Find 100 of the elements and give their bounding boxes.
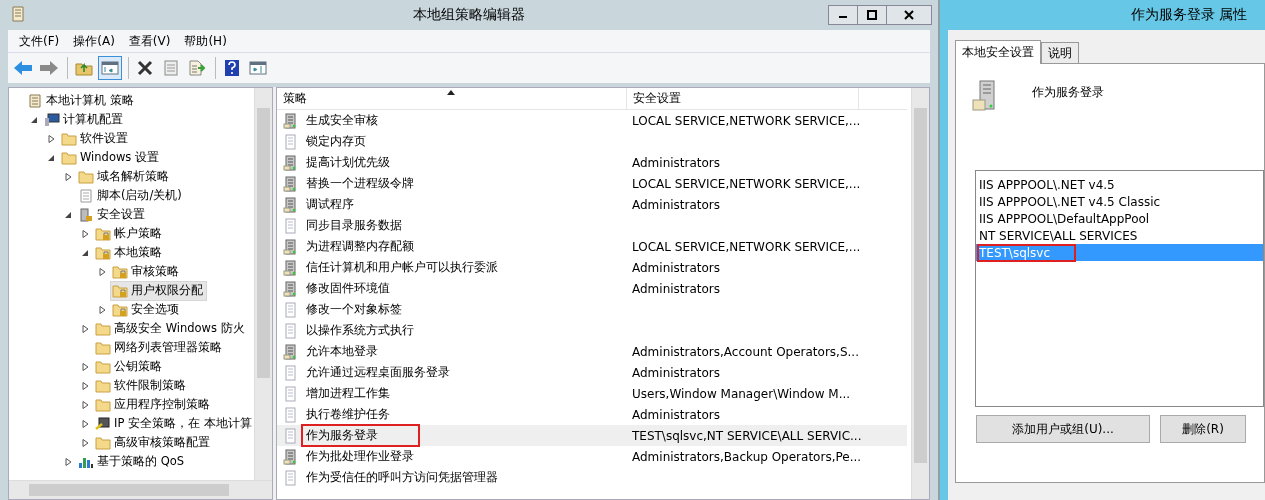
page-icon [283,301,299,318]
security-setting: Users,Window Manager\Window M... [631,385,852,403]
tree-item[interactable]: 域名解析策略 [76,166,173,187]
expand-arrow-icon[interactable] [64,457,72,466]
policy-row[interactable]: 作为批处理作业登录 Administrators,Backup Operators,Pe... [277,446,907,467]
menu-item[interactable]: 帮助(H) [179,32,232,50]
close-button[interactable] [886,5,932,25]
policy-row[interactable]: 信任计算机和用户帐户可以执行委派 Administrators [277,257,907,278]
policy-row[interactable]: 锁定内存页 [277,131,907,152]
menu-item[interactable]: 查看(V) [123,32,176,50]
policy-row[interactable]: 允许通过远程桌面服务登录 Administrators [277,362,907,383]
tree-item[interactable]: 计算机配置 [42,109,127,130]
server-icon [283,238,299,255]
vertical-scrollbar[interactable] [254,88,272,481]
dialog-button[interactable]: 添加用户或组(U)... [976,415,1150,443]
tree-item[interactable]: 本地计算机 策略 [25,90,138,111]
server-icon [283,448,299,465]
collapse-arrow-icon[interactable] [64,210,72,219]
locked-folder-icon [112,282,128,299]
expand-arrow-icon[interactable] [81,324,89,333]
scroll-icon [10,6,26,24]
policy-row[interactable]: 修改一个对象标签 [277,299,907,320]
vertical-scrollbar[interactable] [911,88,929,499]
expand-arrow-icon[interactable] [64,172,72,181]
tab[interactable]: 本地安全设置 [955,40,1041,64]
window-title: 本地组策略编辑器 [413,6,525,24]
tree-item[interactable]: 公钥策略 [93,356,166,377]
tree-item[interactable]: 网络列表管理器策略 [93,337,226,358]
policy-row[interactable]: 替换一个进程级令牌 LOCAL SERVICE,NETWORK SERVICE,... [277,173,907,194]
tree-button[interactable] [98,56,122,80]
page-icon [283,217,299,234]
policy-name: 以操作系统方式执行 [305,322,415,339]
policy-row[interactable]: 生成安全审核 LOCAL SERVICE,NETWORK SERVICE,... [277,110,907,131]
member-item[interactable]: IIS APPPOOL\.NET v4.5 Classic [976,193,1263,210]
policy-name: 同步目录服务数据 [305,217,403,234]
tree-item[interactable]: 基于策略的 QoS [76,451,189,472]
tree-item[interactable]: 软件限制策略 [93,375,190,396]
expand-arrow-icon[interactable] [98,267,106,276]
member-item[interactable]: IIS APPPOOL\DefaultAppPool [976,210,1263,227]
policy-row[interactable]: 调试程序 Administrators [277,194,907,215]
server-icon [283,196,299,213]
tree-item[interactable]: 安全设置 [76,204,149,225]
policy-row[interactable]: 允许本地登录 Administrators,Account Operators,S... [277,341,907,362]
policy-row[interactable]: 同步目录服务数据 [277,215,907,236]
column-header[interactable]: 安全设置 [627,88,859,109]
menu-item[interactable]: 操作(A) [68,32,120,50]
folder-icon [95,434,111,451]
tree-item[interactable]: Windows 设置 [59,147,163,168]
maximize-button[interactable] [857,5,887,25]
delete-icon [137,60,153,76]
tree-item[interactable]: 用户权限分配 [110,280,207,301]
expand-arrow-icon[interactable] [98,305,106,314]
page-icon [283,322,299,339]
collapse-arrow-icon[interactable] [81,248,89,257]
tree-item[interactable]: 高级安全 Windows 防火 [93,318,249,339]
policy-row[interactable]: 以操作系统方式执行 [277,320,907,341]
close-icon [904,10,914,20]
collapse-arrow-icon[interactable] [30,115,38,124]
tree-item[interactable]: 软件设置 [59,128,132,149]
expand-arrow-icon[interactable] [81,362,89,371]
policy-row[interactable]: 增加进程工作集 Users,Window Manager\Window M... [277,383,907,404]
tree-item[interactable]: 本地策略 [93,242,166,263]
member-item[interactable]: IIS APPPOOL\.NET v4.5 [976,176,1263,193]
column-header[interactable]: 策略 [277,88,627,109]
tree-item[interactable]: 高级审核策略配置 [93,432,214,453]
menu-item[interactable]: 文件(F) [14,32,65,50]
tree-item[interactable]: 安全选项 [110,299,183,320]
tree-item[interactable]: IP 安全策略，在 本地计算 [93,413,256,434]
expand-arrow-icon[interactable] [81,400,89,409]
tree-item[interactable]: 帐户策略 [93,223,166,244]
policy-row[interactable]: 执行卷维护任务 Administrators [277,404,907,425]
collapse-arrow-icon[interactable] [47,153,55,162]
minimize-button[interactable] [828,5,858,25]
dialog-button[interactable]: 删除(R) [1160,415,1246,443]
expand-arrow-icon[interactable] [47,134,55,143]
horizontal-scrollbar[interactable] [9,480,272,499]
policy-name: 修改一个对象标签 [305,301,403,318]
page-icon [283,406,299,423]
policy-name: 为进程调整内存配额 [305,238,415,255]
expand-arrow-icon[interactable] [81,438,89,447]
expand-arrow-icon[interactable] [81,229,89,238]
policy-row[interactable]: 修改固件环境值 Administrators [277,278,907,299]
action-pane-icon [249,60,267,76]
locked-folder-icon [95,225,111,242]
tab[interactable]: 说明 [1041,42,1079,63]
member-list[interactable]: IIS APPPOOL\.NET v4.5 IIS APPPOOL\.NET v4.5 Classic IIS APPPOOL\DefaultAppPool NT SERVICE\ALL SERVICES TEST\sqlsvc [975,170,1264,407]
policy-row[interactable]: 作为服务登录 TEST\sqlsvc,NT SERVICE\ALL SERVIC... [277,425,907,446]
export-list-icon [188,60,206,76]
policy-row[interactable]: 提高计划优先级 Administrators [277,152,907,173]
policy-name: 作为受信任的呼叫方访问凭据管理器 [305,469,499,486]
tree-item[interactable]: 审核策略 [110,261,183,282]
policy-row[interactable]: 作为受信任的呼叫方访问凭据管理器 [277,467,907,488]
expand-arrow-icon[interactable] [81,419,89,428]
security-setting: Administrators [631,364,722,382]
server-icon [283,175,299,192]
expand-arrow-icon[interactable] [81,381,89,390]
tree-item[interactable]: 应用程序控制策略 [93,394,214,415]
member-item[interactable]: NT SERVICE\ALL SERVICES [976,227,1263,244]
policy-row[interactable]: 为进程调整内存配额 LOCAL SERVICE,NETWORK SERVICE,... [277,236,907,257]
tree-item[interactable]: 脚本(启动/关机) [76,185,186,206]
